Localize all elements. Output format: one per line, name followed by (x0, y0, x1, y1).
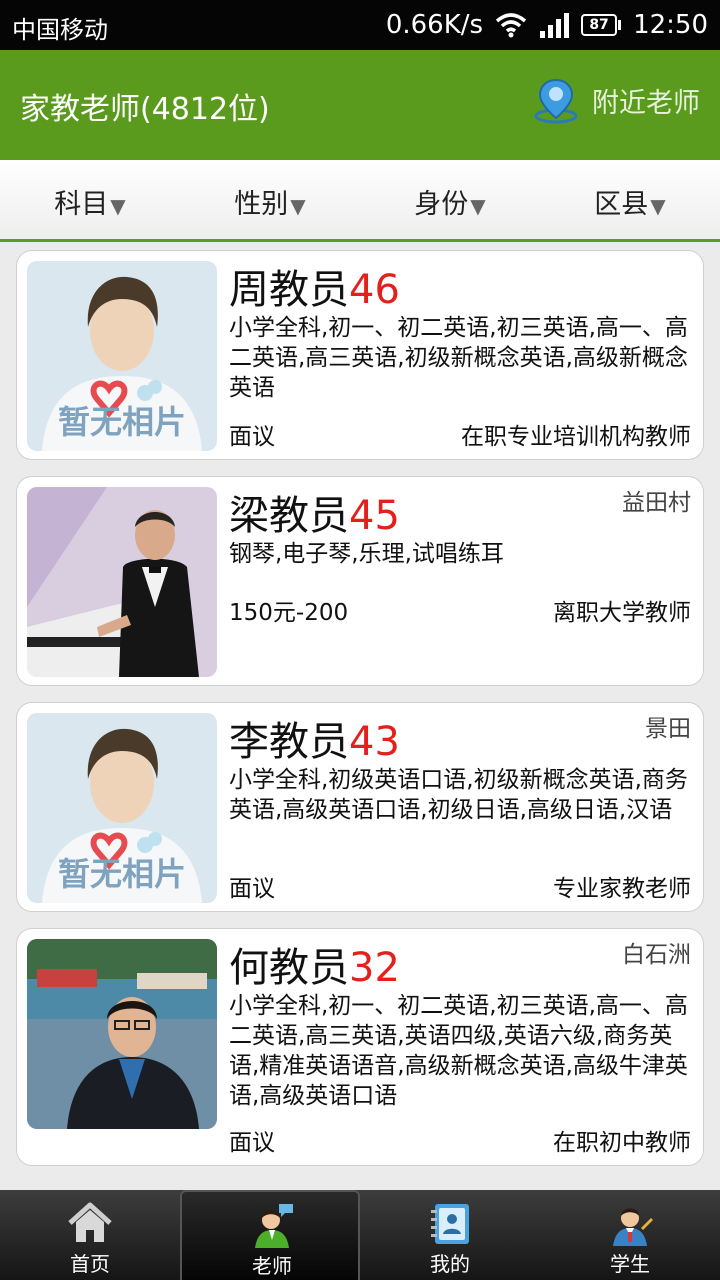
teacher-card[interactable]: 梁教员45 益田村 钢琴,电子琴,乐理,试唱练耳 150元-200 离职大学教师 (16, 476, 704, 686)
network-speed: 0.66K/s (385, 10, 484, 40)
teacher-price: 150元-200 (229, 600, 349, 626)
tab-mine-label: 我的 (430, 1252, 470, 1276)
tab-teacher-label: 老师 (252, 1254, 292, 1278)
teacher-name-text: 梁教员 (229, 493, 349, 539)
header-bar: 家教老师(4812位) 附近老师 (0, 50, 720, 160)
teacher-price: 面议 (229, 1130, 275, 1156)
teacher-location: 白石洲 (622, 942, 691, 968)
teacher-name: 梁教员45 (229, 483, 400, 541)
tab-home[interactable]: 首页 (0, 1190, 180, 1280)
wifi-icon (495, 13, 527, 38)
tab-student-label: 学生 (610, 1252, 650, 1276)
bottom-nav: 首页 老师 我的 学生 (0, 1190, 720, 1280)
filter-district-label: 区县 (594, 189, 649, 220)
teacher-age: 43 (349, 719, 400, 765)
dropdown-arrow-icon: ▼ (470, 194, 486, 218)
teacher-icon (255, 1204, 293, 1248)
nearby-teachers-button[interactable]: 附近老师 (532, 76, 700, 124)
dropdown-arrow-icon: ▼ (110, 194, 126, 218)
placeholder-photo-text: 暂无相片 (58, 403, 186, 441)
no-photo-placeholder-icon: 暂无相片 (27, 713, 217, 903)
teacher-subjects: 小学全科,初级英语口语,初级新概念英语,商务英语,高级英语口语,初级日语,高级日… (229, 767, 688, 823)
location-pin-icon (534, 78, 578, 124)
tab-teacher[interactable]: 老师 (180, 1190, 360, 1280)
no-photo-placeholder-icon: 暂无相片 (27, 261, 217, 451)
placeholder-photo-text: 暂无相片 (58, 855, 186, 893)
filter-gender[interactable]: 性别 ▼ (180, 182, 360, 221)
page-title: 家教老师(4812位) (20, 92, 270, 127)
teacher-role: 专业家教老师 (553, 876, 691, 902)
teacher-age: 32 (349, 945, 400, 991)
teacher-card[interactable]: 何教员32 白石洲 小学全科,初一、初二英语,初三英语,高一、高二英语,高三英语… (16, 928, 704, 1166)
student-icon (613, 1208, 653, 1246)
teacher-name: 周教员46 (229, 257, 400, 315)
teacher-name-text: 周教员 (229, 267, 349, 313)
dropdown-arrow-icon: ▼ (290, 194, 306, 218)
dropdown-arrow-icon: ▼ (650, 194, 666, 218)
tab-home-label: 首页 (70, 1252, 110, 1276)
teacher-age: 45 (349, 493, 400, 539)
app-screen: { "status_bar": { "carrier": "中国移动", "sp… (0, 0, 720, 1280)
teacher-photo: 暂无相片 (27, 713, 217, 903)
filter-identity[interactable]: 身份 ▼ (360, 182, 540, 221)
filter-gender-label: 性别 (234, 189, 289, 220)
teacher-card[interactable]: 暂无相片 周教员46 小学全科,初一、初二英语,初三英语,高一、高二英语,高三英… (16, 250, 704, 460)
filter-bar: 科目 ▼ 性别 ▼ 身份 ▼ 区县 ▼ (0, 160, 720, 242)
status-bar: 中国移动 0.66K/s 87 12:50 (0, 0, 720, 50)
teacher-name-text: 何教员 (229, 945, 349, 991)
filter-district[interactable]: 区县 ▼ (540, 182, 720, 221)
clock: 12:50 (633, 10, 708, 40)
filter-identity-label: 身份 (414, 189, 469, 220)
filter-subject-label: 科目 (54, 189, 109, 220)
teacher-name: 李教员43 (229, 709, 400, 767)
nearby-teachers-label: 附近老师 (592, 87, 700, 119)
teacher-role: 在职初中教师 (553, 1130, 691, 1156)
teacher-name: 何教员32 (229, 935, 400, 993)
teacher-photo (27, 939, 217, 1129)
teacher-subjects: 小学全科,初一、初二英语,初三英语,高一、高二英语,高三英语,初级新概念英语,高… (229, 315, 688, 401)
tab-mine[interactable]: 我的 (360, 1190, 540, 1280)
status-indicators: 0.66K/s 87 12:50 (386, 8, 708, 42)
filter-subject[interactable]: 科目 ▼ (0, 182, 180, 221)
contact-card-icon (431, 1204, 469, 1244)
teacher-subjects: 钢琴,电子琴,乐理,试唱练耳 (229, 541, 504, 567)
tab-student[interactable]: 学生 (540, 1190, 720, 1280)
teacher-photo-image (27, 487, 217, 677)
teacher-subjects: 小学全科,初一、初二英语,初三英语,高一、高二英语,高三英语,英语四级,英语六级… (229, 993, 688, 1109)
teacher-role: 离职大学教师 (553, 600, 691, 626)
teacher-age: 46 (349, 267, 400, 313)
teacher-price: 面议 (229, 424, 275, 450)
battery-level: 87 (581, 14, 618, 36)
signal-icon (540, 13, 570, 38)
teacher-role: 在职专业培训机构教师 (461, 424, 691, 450)
teacher-photo (27, 487, 217, 677)
carrier-name: 中国移动 (12, 16, 108, 44)
teacher-photo-image (27, 939, 217, 1129)
teacher-name-text: 李教员 (229, 719, 349, 765)
teacher-photo: 暂无相片 (27, 261, 217, 451)
battery-icon: 87 (581, 14, 622, 36)
teacher-location: 景田 (645, 716, 691, 742)
home-icon (68, 1202, 112, 1242)
teacher-card[interactable]: 暂无相片 李教员43 景田 小学全科,初级英语口语,初级新概念英语,商务英语,高… (16, 702, 704, 912)
teacher-price: 面议 (229, 876, 275, 902)
teacher-location: 益田村 (622, 490, 691, 516)
